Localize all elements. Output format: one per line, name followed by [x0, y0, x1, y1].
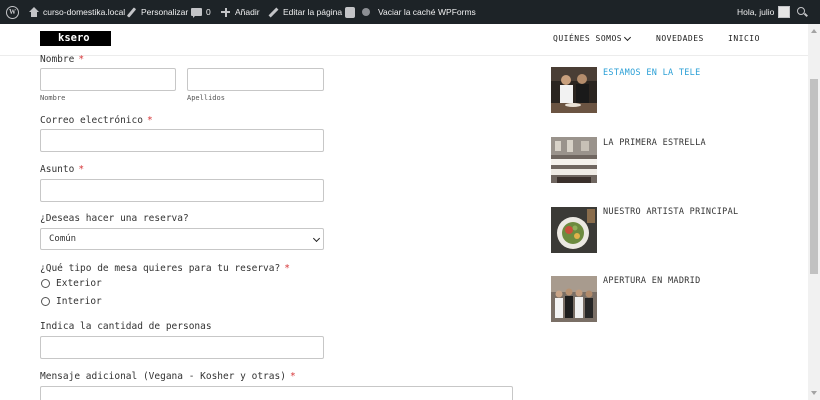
post-title-link[interactable]: NUESTRO ARTISTA PRINCIPAL [603, 207, 738, 217]
radio-button[interactable] [41, 297, 50, 306]
people-count-label: Indica la cantidad de personas [40, 321, 212, 332]
post-thumbnail[interactable] [551, 207, 597, 253]
nav-label: INICIO [728, 34, 760, 43]
required-mark: * [146, 115, 153, 126]
people-count-input[interactable] [40, 336, 324, 359]
avatar [778, 6, 791, 18]
wp-admin-bar: W curso-domestika.local Personalizar 0 A… [0, 0, 820, 24]
radio-exterior[interactable]: Exterior [41, 278, 102, 289]
post-thumbnail[interactable] [551, 67, 597, 113]
site-header: ksero QUIÉNES SOMOS NOVEDADES INICIO [0, 24, 808, 56]
message-label-text: Mensaje adicional (Vegana - Kosher y otr… [40, 371, 286, 382]
site-name-label: curso-domestika.local [43, 7, 126, 17]
radio-interior[interactable]: Interior [41, 296, 102, 307]
nav-item-quienes-somos[interactable]: QUIÉNES SOMOS [553, 33, 632, 43]
dining-room-photo-icon [551, 137, 597, 183]
site-name-menu[interactable]: curso-domestika.local [28, 0, 125, 24]
wordpress-icon: W [6, 5, 19, 19]
nav-label: QUIÉNES SOMOS [553, 34, 623, 43]
required-mark: * [289, 371, 296, 382]
my-account-menu[interactable]: Hola, julio [737, 0, 791, 24]
scroll-up-arrow-icon[interactable] [811, 29, 817, 33]
wpforms-menu[interactable]: WPForms [438, 0, 476, 24]
first-name-input[interactable] [40, 68, 176, 91]
reservation-select[interactable]: Común [40, 228, 324, 250]
post-title-link[interactable]: LA PRIMERA ESTRELLA [603, 138, 706, 148]
last-name-input[interactable] [187, 68, 324, 91]
pencil-icon [268, 7, 279, 18]
last-name-sublabel: Apellidos [187, 94, 225, 102]
edit-page-menu[interactable]: Editar la página [268, 0, 342, 24]
comments-menu[interactable]: 0 [191, 0, 211, 24]
clear-cache-label: Vaciar la caché [378, 7, 436, 17]
scrollbar-thumb[interactable] [810, 79, 818, 274]
nav-label: NOVEDADES [656, 34, 704, 43]
food-dish-photo-icon [551, 207, 597, 253]
nav-item-novedades[interactable]: NOVEDADES [656, 34, 704, 43]
post-thumbnail[interactable] [551, 137, 597, 183]
name-label-text: Nombre [40, 54, 75, 65]
comment-icon [191, 7, 202, 18]
site-logo[interactable]: ksero [40, 31, 111, 46]
chevron-down-icon [312, 234, 321, 243]
table-type-label-text: ¿Qué tipo de mesa quieres para tu reserv… [40, 263, 281, 274]
radio-label: Interior [56, 296, 102, 307]
plus-icon [220, 7, 231, 18]
table-type-label: ¿Qué tipo de mesa quieres para tu reserv… [40, 263, 290, 274]
email-label: Correo electrónico * [40, 115, 153, 126]
reservation-label: ¿Deseas hacer una reserva? [40, 213, 189, 224]
first-name-sublabel: Nombre [40, 94, 66, 102]
wp-logo-menu[interactable]: W [6, 0, 19, 24]
edit-page-label: Editar la página [283, 7, 343, 17]
brush-icon [126, 7, 137, 18]
seo-status[interactable] [362, 0, 370, 24]
comments-count: 0 [206, 7, 211, 17]
subject-label-text: Asunto [40, 164, 75, 175]
required-mark: * [284, 263, 290, 274]
message-textarea[interactable] [40, 386, 513, 400]
clear-cache-menu[interactable]: Vaciar la caché [378, 0, 435, 24]
greeting-label: Hola, julio [737, 7, 775, 17]
search-menu[interactable] [797, 0, 808, 24]
email-input[interactable] [40, 129, 324, 152]
search-icon [797, 6, 808, 18]
email-label-text: Correo electrónico [40, 115, 143, 126]
home-icon [28, 7, 39, 17]
subject-input[interactable] [40, 179, 324, 202]
yoast-icon [345, 6, 355, 18]
required-mark: * [78, 164, 85, 175]
new-content-menu[interactable]: Añadir [220, 0, 260, 24]
team-photo-icon [551, 276, 597, 322]
restaurant-photo-icon [551, 67, 597, 113]
customize-label: Personalizar [141, 7, 189, 17]
subject-label: Asunto * [40, 164, 84, 175]
message-label: Mensaje adicional (Vegana - Kosher y otr… [40, 371, 296, 382]
required-mark: * [78, 54, 85, 65]
customize-menu[interactable]: Personalizar [126, 0, 188, 24]
chevron-down-icon [624, 33, 632, 41]
scroll-down-arrow-icon[interactable] [811, 391, 817, 395]
reservation-select-value: Común [49, 234, 77, 244]
radio-button[interactable] [41, 279, 50, 288]
new-content-label: Añadir [235, 7, 260, 17]
post-thumbnail[interactable] [551, 276, 597, 322]
radio-label: Exterior [56, 278, 102, 289]
wpforms-label: WPForms [438, 7, 476, 17]
name-label: Nombre * [40, 54, 84, 65]
nav-item-inicio[interactable]: INICIO [728, 34, 760, 43]
post-title-link[interactable]: APERTURA EN MADRID [603, 276, 701, 286]
page-scrollbar[interactable] [808, 24, 820, 400]
post-title-link[interactable]: ESTAMOS EN LA TELE [603, 68, 701, 78]
status-dot-icon [362, 8, 370, 16]
seo-menu[interactable] [345, 0, 355, 24]
